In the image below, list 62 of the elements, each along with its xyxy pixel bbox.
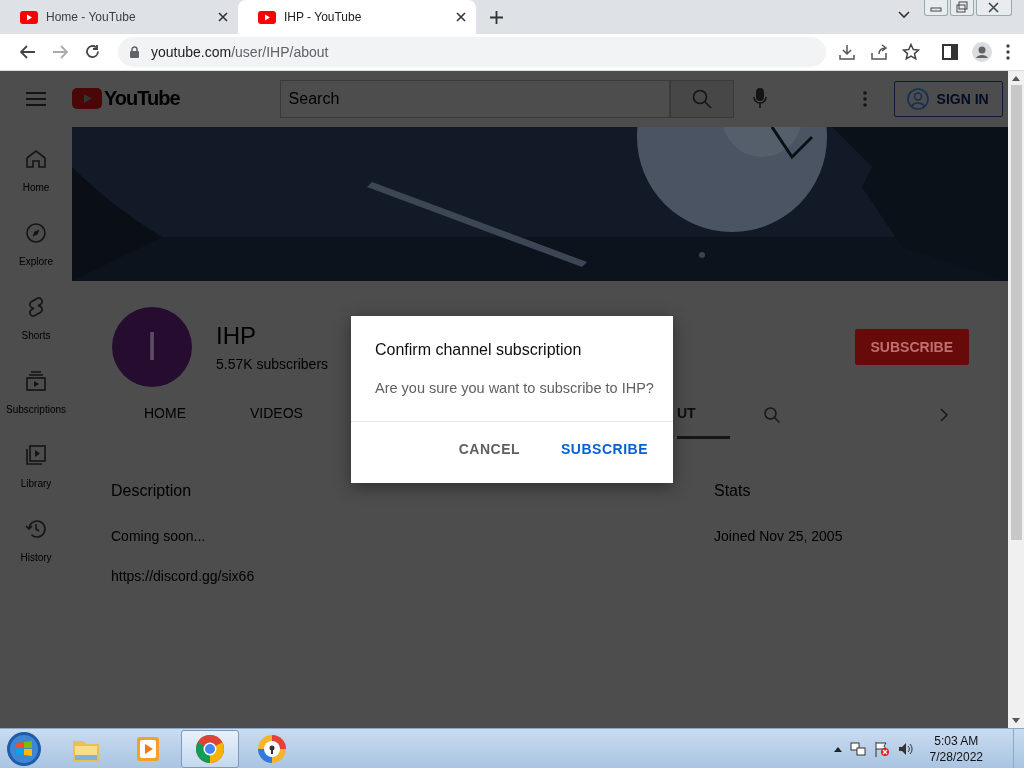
share-icon[interactable]	[870, 42, 888, 61]
back-icon[interactable]	[20, 44, 36, 59]
sidebar-item[interactable]: History	[0, 500, 72, 575]
youtube-favicon-icon	[20, 10, 38, 24]
restore-icon[interactable]	[950, 0, 974, 16]
sidebar-item[interactable]: Home	[0, 130, 72, 205]
sidebar-item[interactable]: Shorts	[0, 278, 72, 353]
new-tab-icon[interactable]	[490, 11, 503, 24]
sign-in-button[interactable]: SIGN IN	[893, 80, 1003, 117]
subscriber-count: 5.57K subscribers	[216, 355, 329, 372]
search-field[interactable]: Search	[279, 79, 670, 118]
subscribe-button[interactable]: SUBSCRIBE	[545, 431, 664, 467]
compass-icon	[24, 220, 48, 245]
channel-avatar: I	[112, 306, 192, 387]
shield-lock-icon	[256, 732, 288, 765]
library-icon	[24, 442, 48, 467]
search-icon	[691, 88, 712, 109]
link[interactable]: https://discord.gg/six66	[111, 565, 714, 586]
channel-tab[interactable]: HOME	[112, 390, 218, 439]
clock[interactable]: 5:03 AM 7/28/2022	[929, 732, 983, 765]
download-icon[interactable]	[838, 42, 856, 61]
lock-icon	[130, 45, 139, 58]
chrome-icon	[194, 732, 226, 765]
star-icon[interactable]	[902, 42, 920, 61]
subscribe-button[interactable]: SUBSCRIBE	[854, 328, 969, 365]
close-icon[interactable]	[456, 12, 466, 22]
joined-date: Joined Nov 25, 2005	[714, 526, 843, 546]
scrollbar[interactable]	[1008, 70, 1024, 728]
taskbar-app[interactable]	[181, 729, 239, 768]
scroll-down-icon[interactable]	[1012, 718, 1020, 724]
sidebar-item[interactable]: Explore	[0, 204, 72, 279]
flag-warning-icon[interactable]	[873, 740, 890, 757]
close-icon[interactable]	[976, 0, 1012, 16]
browser-tab[interactable]: IHP - YouTube	[238, 0, 476, 34]
sidebar-item[interactable]: Subscriptions	[0, 352, 72, 427]
section-heading: Description	[111, 480, 193, 501]
channel-tab[interactable]: VIDEOS	[218, 390, 335, 439]
subscriptions-icon	[24, 368, 48, 393]
network-icon[interactable]	[849, 740, 866, 757]
section-heading: Stats	[714, 480, 752, 501]
scroll-up-icon[interactable]	[1012, 74, 1020, 81]
user-icon	[906, 87, 929, 110]
side-panel-icon[interactable]	[942, 43, 958, 60]
start-button[interactable]	[6, 730, 42, 767]
youtube-favicon-icon	[258, 10, 276, 24]
cancel-button[interactable]: CANCEL	[442, 431, 537, 467]
dialog-message: Are you sure you want to subscribe to IHP?	[374, 379, 655, 396]
address-bar[interactable]: youtube.com/user/IHP/about	[118, 36, 826, 67]
reload-icon[interactable]	[84, 44, 100, 60]
channel-name: IHP	[216, 321, 256, 350]
menu-dots-icon[interactable]	[1006, 43, 1010, 60]
chevron-down-icon[interactable]	[898, 11, 910, 19]
url-text: youtube.com/user/IHP/about	[151, 43, 329, 60]
profile-avatar-icon[interactable]	[972, 41, 992, 62]
channel-tab[interactable]: UT	[676, 390, 730, 439]
browser-tab[interactable]: Home - YouTube	[0, 0, 238, 34]
close-icon[interactable]	[218, 12, 228, 22]
show-hidden-icons-icon[interactable]	[833, 745, 842, 752]
sidebar-item[interactable]: Library	[0, 426, 72, 501]
youtube-logo[interactable]: YouTube	[52, 87, 180, 111]
description-text: Coming soon...	[111, 526, 207, 546]
dialog-title: Confirm channel subscription	[374, 340, 583, 359]
